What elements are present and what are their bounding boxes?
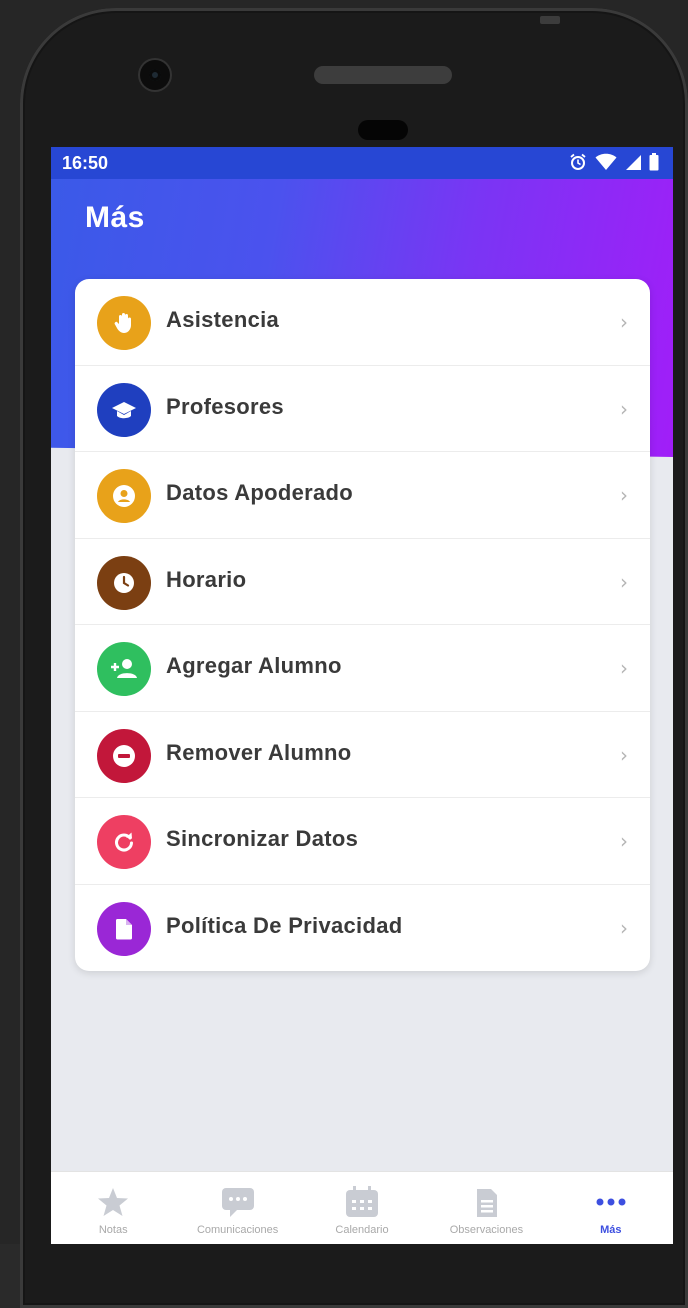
nav-label: Observaciones: [449, 1224, 524, 1236]
proximity-sensor: [358, 120, 408, 140]
status-icons: [569, 153, 659, 175]
nav-label: Notas: [98, 1224, 128, 1236]
status-time: 16:50: [62, 153, 109, 173]
chevron-right-icon: ›: [620, 915, 628, 940]
menu-item-label: Remover Alumno: [166, 739, 352, 765]
star-icon: [95, 1186, 131, 1218]
add-user-icon: [97, 642, 151, 696]
menu-item-label: Agregar Alumno: [166, 653, 342, 678]
chevron-right-icon: ›: [620, 396, 628, 421]
remove-icon: [97, 728, 151, 783]
document-icon: [97, 901, 151, 956]
status-bar: 16:50: [51, 147, 673, 179]
chevron-right-icon: ›: [620, 656, 628, 680]
menu-item-asistencia[interactable]: Asistencia ›: [75, 279, 650, 366]
menu-item-label: Política De Privacidad: [166, 912, 403, 938]
clock-icon: [97, 555, 151, 610]
nav-tab-notas[interactable]: Notas: [51, 1172, 175, 1244]
menu-item-remover-alumno[interactable]: Remover Alumno ›: [75, 712, 650, 798]
phone-button-highlight: [540, 16, 560, 24]
calendar-icon: [344, 1186, 380, 1218]
menu-item-sincronizar-datos[interactable]: Sincronizar Datos ›: [75, 798, 650, 885]
menu-item-label: Datos Apoderado: [166, 480, 354, 505]
chevron-right-icon: ›: [620, 569, 628, 594]
menu-item-label: Profesores: [166, 393, 284, 419]
menu-item-horario[interactable]: Horario ›: [75, 539, 650, 625]
nav-tab-comunicaciones[interactable]: Comunicaciones: [175, 1172, 299, 1244]
menu-item-datos-apoderado[interactable]: Datos Apoderado ›: [75, 452, 650, 539]
battery-icon: [649, 153, 659, 175]
nav-label: Comunicaciones: [196, 1224, 279, 1236]
alarm-icon: [569, 153, 587, 175]
hand-icon: [97, 296, 151, 350]
earpiece-speaker: [314, 66, 452, 84]
nav-tab-observaciones[interactable]: Observaciones: [424, 1172, 548, 1244]
nav-tab-calendario[interactable]: Calendario: [300, 1172, 424, 1244]
chevron-right-icon: ›: [620, 310, 628, 334]
menu-item-profesores[interactable]: Profesores ›: [75, 366, 650, 452]
front-camera: [140, 60, 170, 90]
menu-item-politica-privacidad[interactable]: Política De Privacidad ›: [75, 885, 650, 972]
graduation-cap-icon: [97, 382, 151, 437]
chevron-right-icon: ›: [620, 483, 628, 507]
wifi-icon: [595, 153, 617, 175]
nav-label: Calendario: [335, 1224, 389, 1236]
page-title: Más: [85, 201, 145, 234]
bottom-navigation: Notas Comunicaciones Calendario Observac…: [51, 1171, 673, 1244]
app-screen: 16:50 Más Asistencia › Profesores › Dato…: [51, 147, 673, 1244]
menu-item-label: Sincronizar Datos: [166, 826, 359, 851]
menu-item-label: Asistencia: [166, 307, 280, 332]
user-circle-icon: [97, 469, 151, 523]
sync-icon: [97, 815, 151, 869]
chevron-right-icon: ›: [620, 742, 628, 767]
chat-icon: [220, 1186, 256, 1218]
chevron-right-icon: ›: [620, 829, 628, 853]
menu-item-agregar-alumno[interactable]: Agregar Alumno ›: [75, 625, 650, 712]
menu-card: Asistencia › Profesores › Datos Apoderad…: [75, 279, 650, 971]
more-dots-icon: [593, 1186, 629, 1218]
notes-icon: [468, 1186, 504, 1218]
signal-icon: [625, 154, 641, 174]
menu-item-label: Horario: [166, 566, 247, 592]
nav-tab-mas[interactable]: Más: [549, 1172, 673, 1244]
nav-label: Más: [600, 1224, 622, 1236]
